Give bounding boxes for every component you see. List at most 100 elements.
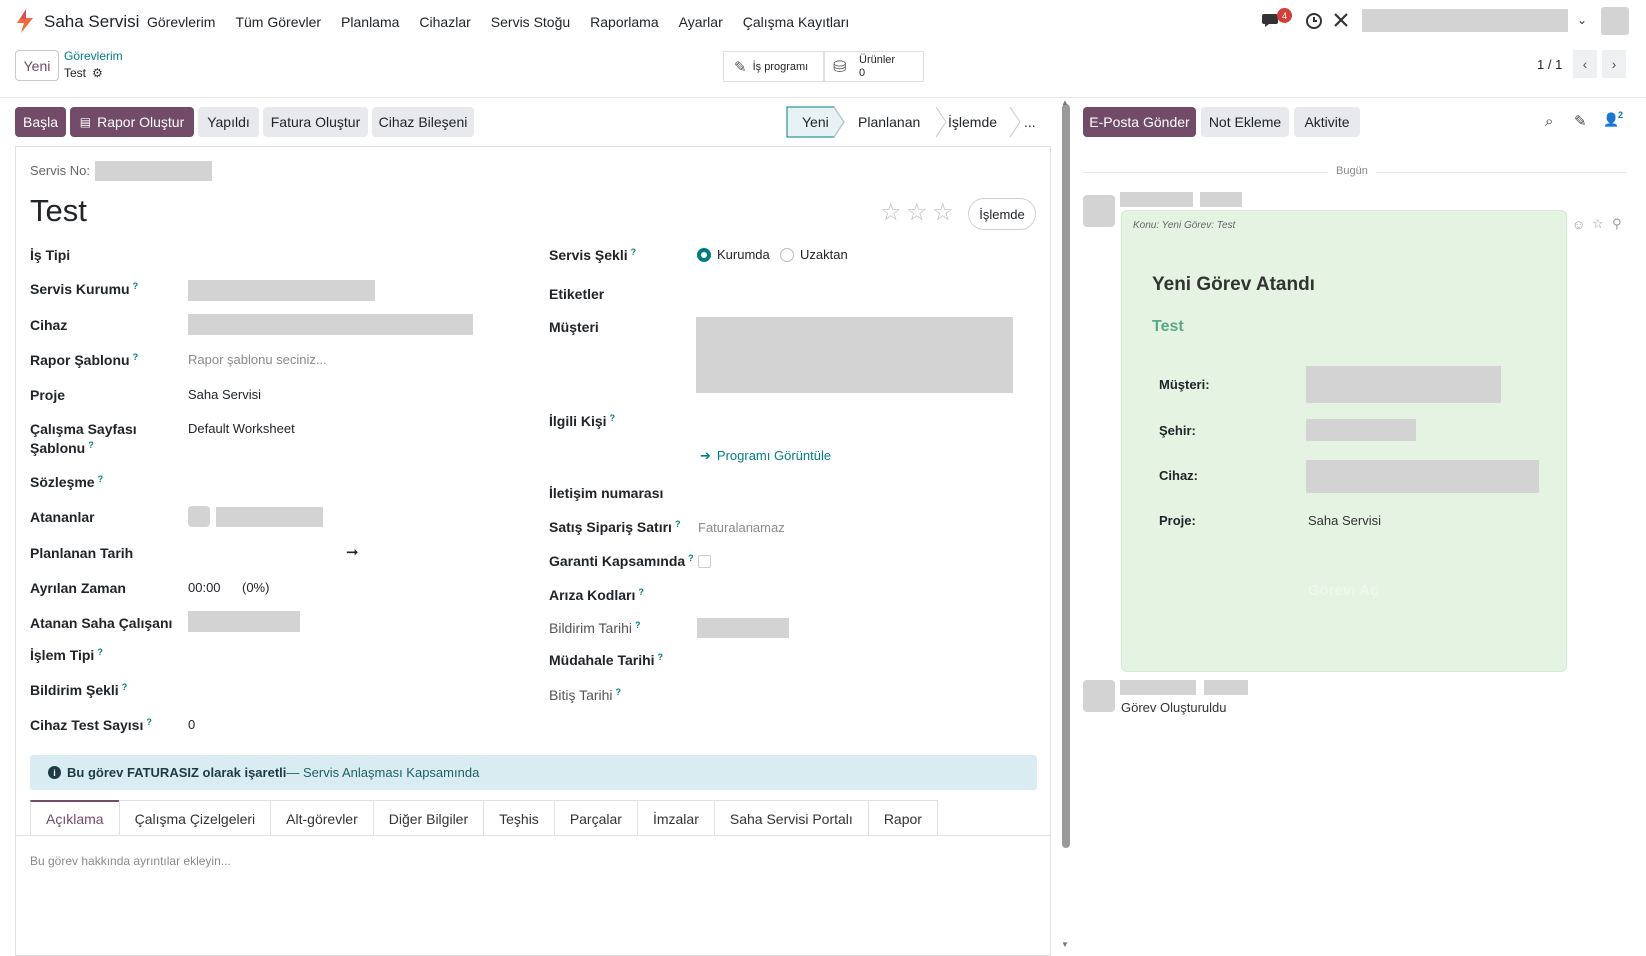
report-template-input[interactable]: Rapor şablonu seciniz... [188, 352, 327, 367]
tab-other-info[interactable]: Diğer Bilgiler [372, 800, 485, 836]
app-name[interactable]: Saha Servisi [44, 12, 139, 32]
done-button[interactable]: Yapıldı [198, 107, 259, 137]
mail-project-label: Proje: [1159, 513, 1196, 528]
stage-more[interactable]: ... [1024, 106, 1036, 138]
stage-in-progress[interactable]: İşlemde [948, 106, 997, 138]
notification-date-field[interactable] [697, 618, 789, 638]
pager-value[interactable]: 1 / 1 [1537, 57, 1562, 72]
menu-settings[interactable]: Ayarlar [679, 14, 723, 30]
prev-record-icon[interactable]: ‹ [1573, 50, 1597, 78]
device-component-button[interactable]: Cihaz Bileşeni [372, 107, 474, 137]
user-avatar[interactable] [1601, 7, 1629, 35]
tab-portal[interactable]: Saha Servisi Portalı [713, 800, 869, 836]
star-icon[interactable]: ☆ [932, 198, 954, 227]
menu-planning[interactable]: Planlama [341, 14, 399, 30]
customer-field[interactable] [696, 317, 1013, 393]
info-icon: i [48, 766, 61, 779]
description-input[interactable]: Bu görev hakkında ayrıntılar ekleyin... [30, 854, 231, 868]
create-report-label: Rapor Oluştur [97, 114, 185, 130]
stage-new[interactable]: Yeni [802, 106, 829, 138]
radio-onsite-label[interactable]: Kurumda [717, 247, 770, 262]
device-field[interactable] [188, 314, 473, 335]
paperclip-icon[interactable]: ✎ [1574, 112, 1587, 130]
project-value[interactable]: Saha Servisi [188, 387, 261, 402]
search-icon[interactable]: ⌕ [1545, 113, 1553, 130]
view-program-link[interactable]: ➔ Programı Görüntüle [700, 448, 831, 464]
company-switcher[interactable] [1362, 9, 1568, 32]
worksheet-smart-button[interactable]: ✎ İş programı [723, 51, 824, 82]
send-email-button[interactable]: E-Posta Gönder [1083, 107, 1196, 137]
followers-icon[interactable]: 👤 [1603, 112, 1619, 128]
log-note-button[interactable]: Not Ekleme [1201, 107, 1289, 137]
stage-planned[interactable]: Planlanan [858, 106, 920, 138]
operation-type-label: İşlem Tipi? [30, 647, 103, 663]
menu-service-stock[interactable]: Servis Stoğu [491, 14, 570, 30]
clock-icon[interactable] [1305, 12, 1323, 33]
star-icon[interactable]: ☆ [880, 198, 902, 227]
author-name[interactable] [1120, 192, 1193, 207]
worksheet-template-value[interactable]: Default Worksheet [188, 421, 295, 436]
menu-reporting[interactable]: Raporlama [590, 14, 658, 30]
menu-work-logs[interactable]: Çalışma Kayıtları [743, 14, 850, 30]
tab-signatures[interactable]: İmzalar [636, 800, 715, 836]
create-invoice-button[interactable]: Fatura Oluştur [263, 107, 368, 137]
warranty-label: Garanti Kapsamında? [549, 553, 694, 569]
tools-icon[interactable] [1333, 12, 1349, 31]
next-record-icon[interactable]: › [1602, 50, 1626, 78]
assignee-name[interactable] [216, 507, 323, 527]
tab-report[interactable]: Rapor [867, 800, 938, 836]
menu-devices[interactable]: Cihazlar [419, 14, 470, 30]
author-avatar[interactable] [1083, 195, 1115, 227]
menu-my-tasks[interactable]: Görevlerim [147, 14, 215, 30]
allocated-time-value[interactable]: 00:00 [188, 580, 221, 595]
star-icon[interactable]: ☆ [906, 198, 928, 227]
arrow-right-icon: ➔ [700, 448, 711, 463]
breadcrumb-parent[interactable]: Görevlerim [64, 49, 123, 63]
followers-count: 2 [1618, 110, 1624, 120]
notification-date-label: Bildirim Tarihi? [549, 620, 641, 636]
radio-remote[interactable] [780, 248, 794, 262]
products-smart-button[interactable]: ⛁ Ürünler 0 [824, 51, 924, 82]
field-worker-label: Atanan Saha Çalışanı [30, 615, 173, 631]
gear-icon[interactable]: ⚙ [92, 66, 103, 80]
scroll-down-icon[interactable]: ▼ [1061, 940, 1069, 949]
chevron-down-icon[interactable]: ⌄ [1577, 13, 1587, 27]
start-button[interactable]: Başla [15, 107, 66, 137]
intervention-date-label: Müdahale Tarihi? [549, 652, 664, 668]
menu-all-tasks[interactable]: Tüm Görevler [235, 14, 321, 30]
mail-open-task-button[interactable]: Görevi Aç [1308, 582, 1378, 599]
message-emoji-icon[interactable]: ☺ [1572, 217, 1585, 232]
task-title[interactable]: Test [30, 193, 87, 229]
tags-label: Etiketler [549, 286, 605, 302]
message-link-icon[interactable]: ⚲ [1612, 216, 1622, 232]
radio-remote-label[interactable]: Uzaktan [800, 247, 848, 262]
sale-line-label: Satış Sipariş Satırı? [549, 519, 681, 535]
message-star-icon[interactable]: ☆ [1592, 216, 1604, 232]
activity-button[interactable]: Aktivite [1294, 107, 1360, 137]
products-count: 0 [859, 67, 866, 79]
sale-line-value[interactable]: Faturalanamaz [698, 520, 785, 535]
app-logo-icon[interactable] [14, 9, 36, 33]
field-worker-field[interactable] [188, 611, 300, 632]
author-name[interactable] [1120, 680, 1196, 695]
tab-parts[interactable]: Parçalar [553, 800, 638, 836]
tab-description[interactable]: Açıklama [30, 800, 120, 836]
tab-diagnosis[interactable]: Teşhis [483, 800, 555, 836]
form-scrollbar[interactable] [1062, 104, 1070, 848]
device-test-count-value[interactable]: 0 [188, 717, 195, 732]
assignee-avatar[interactable] [188, 506, 210, 527]
alert-bold-text: Bu görev FATURASIZ olarak işaretli [67, 765, 287, 780]
tab-timesheets[interactable]: Çalışma Çizelgeleri [118, 800, 272, 836]
unbilled-alert: i Bu görev FATURASIZ olarak işaretli — S… [30, 755, 1037, 790]
warranty-checkbox[interactable] [698, 555, 711, 568]
author-avatar[interactable] [1083, 680, 1115, 712]
status-badge[interactable]: İşlemde [968, 198, 1036, 230]
mail-task-link[interactable]: Test [1152, 318, 1184, 336]
scroll-up-icon[interactable]: ▲ [1061, 98, 1069, 107]
service-org-field[interactable] [188, 280, 375, 301]
service-mode-label: Servis Şekli? [549, 247, 637, 263]
create-report-button[interactable]: ▤ Rapor Oluştur [70, 107, 194, 137]
new-button[interactable]: Yeni [15, 50, 59, 81]
tab-subtasks[interactable]: Alt-görevler [270, 800, 374, 836]
radio-onsite[interactable] [697, 248, 711, 262]
